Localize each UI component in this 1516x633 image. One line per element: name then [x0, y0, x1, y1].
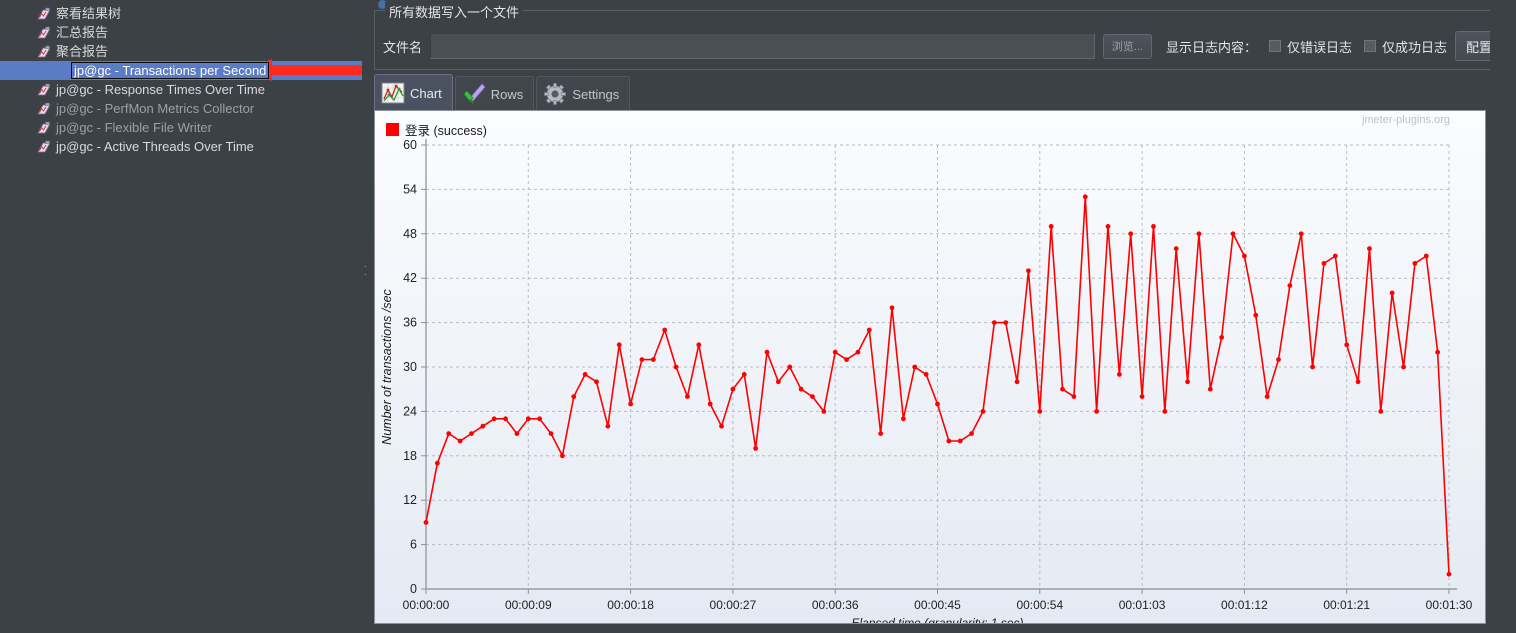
x-tick-label: 00:00:18	[607, 598, 654, 612]
y-tick-label: 24	[403, 404, 417, 418]
legend-swatch	[386, 123, 399, 136]
tree-item-label: 汇总报告	[56, 25, 109, 40]
panel-scrollbar-track[interactable]	[1496, 2, 1510, 631]
x-tick-label: 00:01:21	[1323, 598, 1370, 612]
y-tick-label: 54	[403, 182, 417, 196]
tree-item-label: jp@gc - Response Times Over Time	[56, 82, 265, 97]
y-tick-label: 48	[403, 227, 417, 241]
test-plan-tree-panel: 察看结果树汇总报告聚合报告 jp@gc - Transactions per Se…	[0, 0, 370, 633]
tps-chart-panel[interactable]: jmeter-plugins.org 登录 (success) 0 6 12 18 24 30…	[374, 110, 1486, 624]
tab-label: Rows	[490, 86, 524, 102]
y-tick-label: 60	[403, 138, 417, 152]
browse-button[interactable]: 浏览...	[1102, 33, 1152, 59]
x-tick-label: 00:00:54	[1016, 598, 1063, 612]
tps-chart-svg: jmeter-plugins.org 登录 (success) 0 6 12 18 24 30…	[375, 111, 1485, 623]
x-tick-label: 00:01:12	[1221, 598, 1268, 612]
tree-item[interactable]: 察看结果树	[0, 4, 369, 23]
x-tick-label: 00:00:45	[914, 598, 961, 612]
filename-input[interactable]	[430, 33, 1095, 59]
log-content-label: 显示日志内容：	[1165, 39, 1257, 55]
checkmark-icon	[462, 82, 486, 106]
listener-icon	[36, 26, 52, 40]
filename-row: 文件名 浏览... 显示日志内容： 仅错误日志 仅成功日志 配置	[383, 31, 1503, 61]
gear-icon	[543, 82, 567, 106]
tree-item-label: 察看结果树	[56, 6, 122, 21]
tree-item[interactable]: 汇总报告	[0, 23, 369, 42]
splitter-grip: ⋮⋮	[363, 262, 368, 278]
y-tick-label: 30	[403, 360, 417, 374]
y-tick-label: 18	[403, 449, 417, 463]
y-axis-title: Number of transactions /sec	[380, 288, 394, 444]
listener-icon	[36, 102, 52, 116]
x-tick-label: 00:00:00	[403, 598, 450, 612]
x-tick-label: 00:00:36	[812, 598, 859, 612]
jmeter-window: 察看结果树汇总报告聚合报告 jp@gc - Transactions per Se…	[0, 0, 1516, 633]
panel-header-link-row	[370, 0, 1516, 10]
x-tick-label: 00:00:27	[710, 598, 757, 612]
successes-only-checkbox-label: 仅成功日志	[1381, 39, 1447, 55]
write-results-to-file-group: 所有数据写入一个文件 文件名 浏览... 显示日志内容： 仅错误日志 仅成功日志…	[374, 2, 1512, 70]
tab-chart[interactable]: Chart	[374, 74, 453, 111]
watermark-label: jmeter-plugins.org	[1361, 114, 1450, 126]
successes-only-checkbox-box[interactable]	[1363, 40, 1376, 52]
panel-scrollbar[interactable]	[1490, 0, 1516, 633]
tree-item[interactable]: jp@gc - Flexible File Writer	[0, 118, 369, 137]
x-axis-title: Elapsed time (granularity: 1 sec)	[851, 616, 1023, 623]
y-tick-label: 0	[410, 582, 417, 596]
tab-rows[interactable]: Rows	[454, 76, 535, 111]
tree-item[interactable]: jp@gc - Transactions per Second	[0, 61, 369, 80]
listener-panel: 所有数据写入一个文件 文件名 浏览... 显示日志内容： 仅错误日志 仅成功日志…	[370, 0, 1516, 633]
tree-item-label: jp@gc - Transactions per Second	[70, 62, 270, 79]
tree-item[interactable]: jp@gc - Response Times Over Time	[0, 80, 369, 99]
x-tick-label: 00:00:09	[505, 598, 552, 612]
x-tick-label: 00:01:30	[1426, 598, 1473, 612]
tree-item[interactable]: jp@gc - Active Threads Over Time	[0, 137, 369, 156]
listener-icon	[36, 140, 52, 154]
chart-icon	[381, 81, 405, 105]
listener-icon	[36, 121, 52, 135]
test-plan-tree[interactable]: 察看结果树汇总报告聚合报告 jp@gc - Transactions per Se…	[0, 0, 369, 156]
panel-splitter[interactable]: ⋮⋮	[362, 0, 370, 633]
tree-item[interactable]: 聚合报告	[0, 42, 369, 61]
tab-label: Chart	[410, 85, 442, 101]
y-tick-label: 36	[403, 316, 417, 330]
write-results-to-file-legend: 所有数据写入一个文件	[385, 2, 524, 21]
listener-tabs[interactable]: Chart Rows Settings	[374, 74, 632, 111]
errors-only-checkbox-box[interactable]	[1268, 40, 1281, 52]
tree-item-label: 聚合报告	[56, 44, 109, 59]
errors-only-checkbox-label: 仅错误日志	[1286, 39, 1352, 55]
x-tick-label: 00:01:03	[1119, 598, 1166, 612]
tab-settings[interactable]: Settings	[536, 76, 631, 111]
tree-item-label: jp@gc - PerfMon Metrics Collector	[56, 101, 255, 116]
legend-label: 登录 (success)	[405, 123, 487, 138]
listener-icon	[36, 7, 52, 21]
tree-item[interactable]: jp@gc - PerfMon Metrics Collector	[0, 99, 369, 118]
y-tick-label: 6	[410, 538, 417, 552]
listener-icon	[36, 83, 52, 97]
errors-only-checkbox[interactable]: 仅错误日志	[1268, 37, 1352, 56]
y-tick-label: 12	[403, 493, 417, 507]
tab-label: Settings	[572, 86, 620, 102]
successes-only-checkbox[interactable]: 仅成功日志	[1363, 37, 1447, 56]
tree-item-label: jp@gc - Active Threads Over Time	[56, 139, 254, 154]
listener-icon	[36, 45, 52, 59]
filename-label: 文件名	[383, 39, 423, 55]
y-tick-label: 42	[403, 271, 417, 285]
tree-item-label: jp@gc - Flexible File Writer	[56, 120, 212, 135]
